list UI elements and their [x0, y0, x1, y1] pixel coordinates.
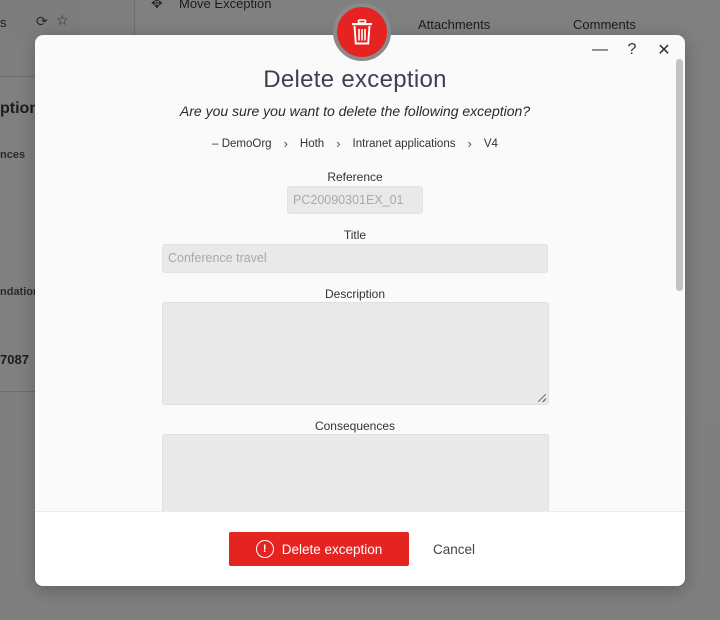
window-controls: — ? ✕: [591, 41, 673, 59]
breadcrumb-label: DemoOrg: [221, 137, 272, 150]
description-field[interactable]: [162, 302, 549, 405]
scrollbar-thumb[interactable]: [676, 59, 683, 291]
star-icon: ☆: [56, 12, 69, 28]
reference-label: Reference: [327, 170, 383, 184]
tab-attachments: Attachments: [418, 17, 491, 32]
background-left-label: nces: [0, 149, 26, 161]
help-icon: ?: [627, 41, 637, 58]
minimize-icon: —: [592, 41, 608, 58]
close-button[interactable]: ✕: [655, 41, 673, 59]
background-left-label: ndation: [0, 286, 40, 298]
dialog-subtitle: Are you sure you want to delete the foll…: [179, 103, 531, 119]
minimize-button[interactable]: —: [591, 41, 609, 59]
tab-comments: Comments: [573, 17, 636, 32]
background-left-value: 7087: [0, 352, 29, 367]
delete-exception-button[interactable]: ! Delete exception: [229, 532, 409, 566]
move-icon: ✥: [151, 0, 163, 11]
resize-grip-icon[interactable]: [538, 394, 546, 402]
help-button[interactable]: ?: [623, 41, 641, 59]
close-icon: ✕: [657, 42, 671, 59]
delete-button-label: Delete exception: [281, 541, 383, 557]
trash-icon: [352, 19, 372, 45]
alert-circle-icon: !: [255, 540, 274, 558]
background-left-text: s: [0, 15, 7, 30]
breadcrumb-prefix: –: [212, 137, 219, 150]
breadcrumb: – DemoOrg › Hoth › Intranet applications…: [35, 136, 675, 151]
consequences-label: Consequences: [314, 419, 396, 433]
chevron-right-icon: ›: [283, 136, 288, 151]
refresh-icon: ⟳: [36, 13, 48, 29]
description-label: Description: [324, 287, 386, 301]
cancel-button-label: Cancel: [432, 541, 476, 557]
consequences-field[interactable]: [162, 434, 549, 512]
title-label: Title: [343, 228, 367, 242]
breadcrumb-item-hoth[interactable]: Hoth: [300, 138, 324, 150]
title-field[interactable]: Conference travel: [162, 244, 548, 273]
chevron-right-icon: ›: [336, 136, 341, 151]
background-left-panel: ption nces ndation 7087: [0, 76, 40, 392]
background-left-card: s ⟳ ☆: [0, 0, 80, 38]
background-left-heading: ption: [0, 100, 40, 117]
breadcrumb-item-intranet[interactable]: Intranet applications: [353, 138, 456, 150]
breadcrumb-item-org[interactable]: – DemoOrg: [212, 138, 271, 150]
chevron-right-icon: ›: [467, 136, 472, 151]
delete-exception-dialog: — ? ✕ Delete exception Are you sure you …: [35, 3, 685, 586]
move-exception-link: Move Exception: [179, 0, 272, 11]
dialog-footer: ! Delete exception Cancel: [35, 511, 685, 586]
cancel-button[interactable]: Cancel: [421, 532, 487, 566]
trash-badge: [333, 3, 391, 61]
breadcrumb-item-v4[interactable]: V4: [484, 138, 498, 150]
dialog-title: Delete exception: [263, 66, 447, 93]
reference-field[interactable]: PC20090301EX_01: [287, 186, 423, 214]
